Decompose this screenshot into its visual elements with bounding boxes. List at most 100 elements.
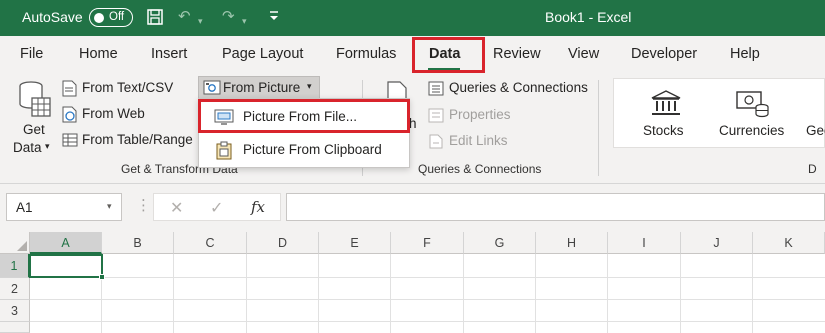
grid-line	[30, 299, 825, 300]
get-data-button[interactable]: Get Data ▾	[10, 78, 58, 155]
grid-line	[535, 254, 536, 333]
stocks-label: Stocks	[643, 123, 684, 138]
data-tab-highlight	[412, 37, 485, 73]
column-header-e[interactable]: E	[319, 232, 391, 254]
grid-line	[30, 321, 825, 322]
tab-home[interactable]: Home	[79, 46, 118, 62]
column-header-h[interactable]: H	[536, 232, 608, 254]
picture-from-clipboard-item[interactable]: Picture From Clipboard	[199, 135, 409, 165]
edit-links-button[interactable]: Edit Links	[428, 132, 528, 152]
toggle-knob	[94, 12, 104, 23]
customize-quick-access-icon[interactable]	[268, 6, 280, 29]
from-picture-chevron-icon: ▾	[307, 81, 312, 91]
edit-links-label: Edit Links	[449, 133, 508, 148]
tab-formulas[interactable]: Formulas	[336, 46, 396, 62]
undo-dropdown-icon[interactable]: ▾	[198, 12, 203, 30]
autosave-label: AutoSave	[22, 9, 83, 25]
insert-function-icon[interactable]: fx	[251, 198, 265, 216]
redo-dropdown-icon[interactable]: ▾	[242, 12, 247, 30]
picture-icon	[203, 80, 221, 100]
currency-icon	[736, 89, 770, 124]
picture-from-clipboard-label: Picture From Clipboard	[243, 142, 382, 157]
column-header-j[interactable]: J	[681, 232, 753, 254]
currencies-button[interactable]: Currencies	[714, 85, 794, 145]
row-header-3[interactable]: 3	[0, 300, 30, 322]
select-all-triangle-icon	[17, 241, 27, 251]
more-options-icon[interactable]: ⋮	[136, 195, 151, 217]
from-web-label: From Web	[82, 106, 145, 121]
active-cell-a1[interactable]	[29, 254, 103, 278]
clipboard-icon	[216, 141, 232, 163]
from-text-csv-button[interactable]: From Text/CSV	[62, 79, 196, 99]
from-table-range-label: From Table/Range	[82, 132, 193, 147]
properties-icon	[428, 108, 444, 128]
autosave-toggle[interactable]: Off	[89, 8, 133, 27]
queries-group-label: Queries & Connections	[418, 162, 542, 176]
column-header-g[interactable]: G	[464, 232, 536, 254]
queries-connections-button[interactable]: Queries & Connections	[428, 79, 600, 99]
stocks-button[interactable]: Stocks	[636, 85, 696, 145]
from-text-csv-label: From Text/CSV	[82, 80, 174, 95]
column-header-a[interactable]: A	[30, 232, 102, 254]
queries-connections-label: Queries & Connections	[449, 80, 588, 95]
text-file-icon	[62, 80, 77, 102]
from-web-button[interactable]: From Web	[62, 105, 196, 125]
fill-handle[interactable]	[99, 274, 105, 280]
redo-icon[interactable]: ↷	[222, 8, 235, 26]
from-picture-button[interactable]: From Picture ▾	[198, 76, 320, 99]
row-header-2[interactable]: 2	[0, 278, 30, 300]
name-box-value: A1	[16, 200, 33, 215]
cancel-icon[interactable]: ✕	[170, 198, 183, 218]
currencies-label: Currencies	[719, 123, 785, 138]
geography-button[interactable]: Geo	[802, 85, 825, 145]
enter-check-icon[interactable]: ✓	[210, 198, 223, 218]
tab-view[interactable]: View	[568, 46, 599, 62]
grid-line	[246, 254, 247, 333]
data-types-group-label-partial: D	[808, 162, 817, 176]
tab-insert[interactable]: Insert	[151, 46, 187, 62]
from-table-range-button[interactable]: From Table/Range	[62, 131, 196, 151]
grid-line	[680, 254, 681, 333]
formula-input[interactable]	[286, 193, 825, 221]
properties-button[interactable]: Properties	[428, 106, 528, 126]
autosave-state: Off	[109, 11, 125, 23]
row-header-1[interactable]: 1	[0, 254, 30, 278]
grid-line	[463, 254, 464, 333]
grid-line	[390, 254, 391, 333]
grid-line	[173, 254, 174, 333]
tab-review[interactable]: Review	[493, 46, 541, 62]
tab-page-layout[interactable]: Page Layout	[222, 46, 303, 62]
get-data-label-2: Data	[13, 140, 42, 155]
properties-label: Properties	[449, 107, 511, 122]
column-header-d[interactable]: D	[247, 232, 319, 254]
edit-links-icon	[428, 134, 444, 154]
column-header-i[interactable]: I	[608, 232, 681, 254]
row-header-4[interactable]	[0, 322, 30, 333]
grid-line	[30, 277, 825, 278]
data-types-gallery: Stocks Currencies Geo	[613, 78, 825, 148]
column-header-k[interactable]: K	[753, 232, 825, 254]
document-title: Book1 - Excel	[545, 9, 632, 25]
chevron-down-icon: ▾	[45, 141, 50, 151]
queries-icon	[428, 81, 444, 101]
tab-file[interactable]: File	[20, 46, 43, 62]
group-separator	[598, 80, 599, 176]
get-data-label-1: Get	[23, 122, 45, 137]
column-header-c[interactable]: C	[174, 232, 247, 254]
column-header-b[interactable]: B	[102, 232, 174, 254]
undo-icon[interactable]: ↶	[178, 8, 191, 26]
bank-icon	[650, 89, 682, 122]
grid-line	[752, 254, 753, 333]
name-box[interactable]: A1 ▾	[6, 193, 122, 221]
grid-line	[607, 254, 608, 333]
tab-developer[interactable]: Developer	[631, 46, 697, 62]
table-icon	[62, 133, 78, 152]
tab-help[interactable]: Help	[730, 46, 760, 62]
refresh-label-partial: h	[409, 116, 417, 131]
formula-controls: ✕ ✓ fx	[153, 193, 281, 221]
select-all-corner[interactable]	[0, 232, 30, 254]
name-box-chevron-icon[interactable]: ▾	[107, 201, 112, 212]
database-table-icon	[18, 80, 52, 123]
save-icon[interactable]	[146, 8, 164, 31]
column-header-f[interactable]: F	[391, 232, 464, 254]
